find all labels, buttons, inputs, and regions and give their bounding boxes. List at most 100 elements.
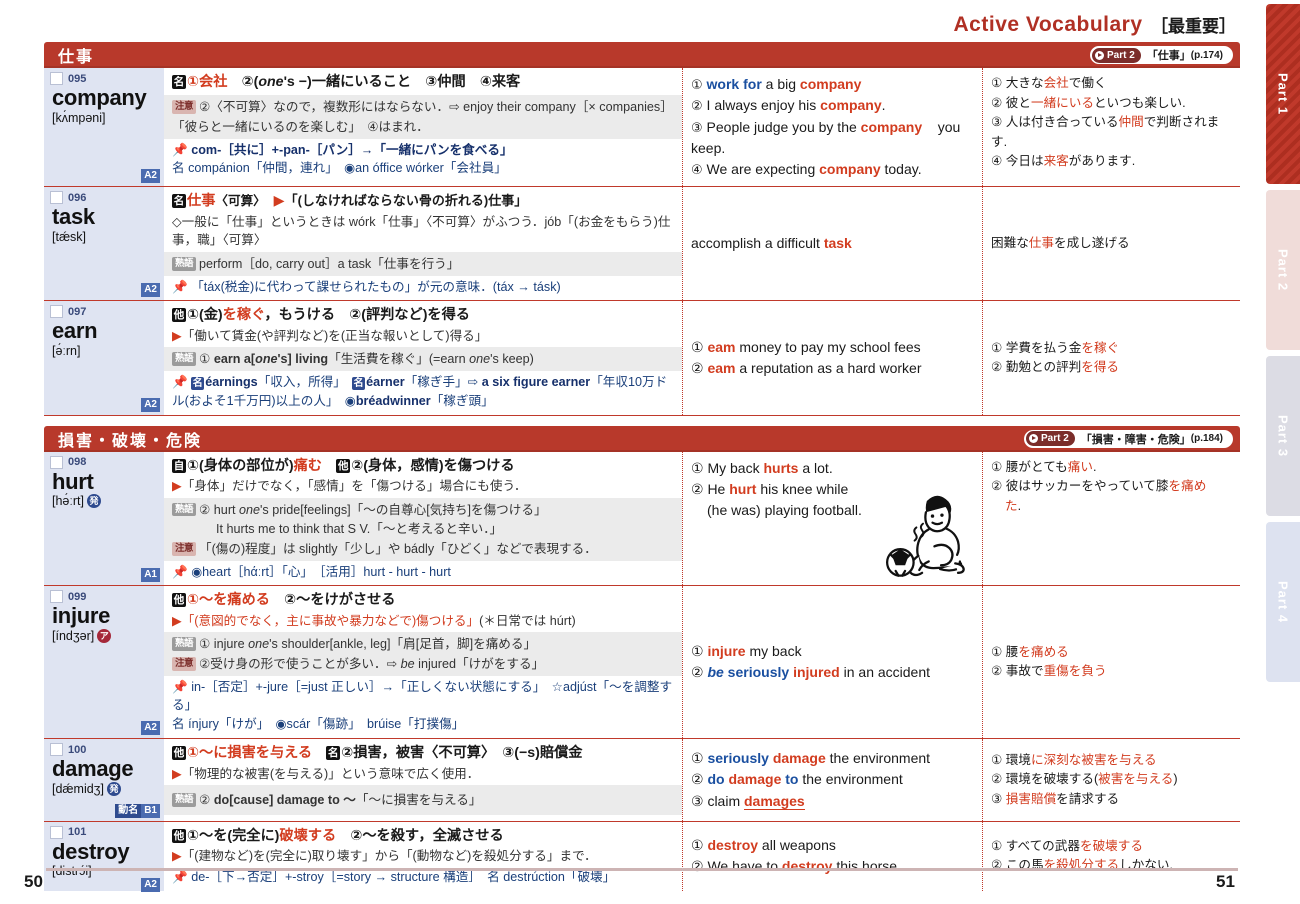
note-text: ② do[cause] damage to 〜「〜に損害を与える」 [199,793,482,808]
checkbox-097[interactable] [50,305,63,319]
checkbox-100[interactable] [50,743,63,757]
checkbox-099[interactable] [50,590,63,604]
usage-note: 熟語 ② do[cause] damage to 〜「〜に損害を与える」 [164,785,682,815]
related-words-row: 名 ínjury「けが」 ◉scár「傷跡」 brúise「打撲傷」 [172,715,676,734]
definition-main: 他 ①〜に損害を与える 名 ②損害，被害〈不可算〉 ③(−s)賠償金 [172,745,583,762]
etymology-text: de-［下→否定］+-stroy［=story → structure 構造］ … [191,869,616,884]
entry-number: 095 [68,72,87,85]
definition-panel: 名 ①会社 ②(one's −)一緒にいること ③仲間 ④来客 注意 ②〈不可算〉な… [164,68,682,186]
example-line: ① destroy all weapons [691,836,836,853]
level-badges: A1 [141,568,160,583]
cefr-level: A2 [141,283,160,298]
entry-earn: 097 earn [ə́ːrn] A2 他 ①(金)を稼ぐ，もうける ②(評判など… [44,301,1240,416]
part-badge-label: Part 2 [1106,49,1135,61]
entry-task: 096 task [tǽsk] A2 名仕事〈可算〉 ▶「(しなければならない骨… [44,187,1240,302]
section-songai: 損害・破壊・危険 Part 2 「損害・障害・危険」 (p.184) 098 h… [44,425,1240,892]
examples-panel: ① seriously damage the environment ② do … [682,739,982,821]
usage-note: 熟語 ① injure one's shoulder[ankle, leg]「肩[… [164,632,682,676]
pos-badge: 名 [172,194,186,209]
entry-damage: 100 damage [dǽmidʒ] 発 動名 B1 他 ①〜に損害を与える 名… [44,739,1240,822]
examples-panel: accomplish a difficult task [682,187,982,301]
definition-panel: 他 ①〜を(完全に)破壊する ②〜を殺す，全滅させる ▶「(建物など)を(完全に)… [164,822,682,891]
translation-line: ① 腰を痛める [991,644,1069,659]
part-badge: Part 2 [1091,47,1141,63]
example-line: ① injure my back [691,643,802,660]
definition-panel: 名仕事〈可算〉 ▶「(しなければならない骨の折れる)仕事」 ◇一般に「仕事」とい… [164,187,682,300]
pin-icon: 📌 [172,679,188,694]
note-text: ① injure one's shoulder[ankle, leg]「肩[足首… [199,637,537,652]
side-tab-part-1[interactable]: Part 1 [1266,4,1300,184]
translation-line: ① 学費を払う金を稼ぐ [991,340,1120,355]
translation-line: ③ 損害賠償を請求する [991,791,1120,806]
pos-badge: 名 [172,75,186,89]
note-tag: 熟語 [172,637,197,652]
level-badges: A2 [141,397,160,412]
phonetic-row: [distrɔ́i] [52,864,164,878]
checkbox-096[interactable] [50,191,63,205]
entry-number-row: 100 [50,743,164,757]
checkbox-101[interactable] [50,825,63,839]
pin-icon: 📌 [172,279,188,294]
entry-hurt: 098 hurt [hə́ːrt] 発 A1 自 ①(身体の部位が)痛む 他 ②(身… [44,451,1240,587]
note-tag: 熟語 [172,256,197,271]
note-text-2: 「(傷の)程度」は slightly「少し」や bádly「ひどく」などで表現す… [199,541,597,556]
side-tab-part-2-label: Part 2 [1275,248,1291,292]
note-tag: 熟語 [172,502,197,517]
phonetic-row: [tǽsk] [52,230,164,244]
phonetic: [dǽmidʒ] [52,781,104,796]
checkbox-098[interactable] [50,455,63,469]
entry-company: 095 company [kʌ́mpəni] A2 名 ①会社 ②(one's −… [44,68,1240,188]
example-line: ① My back hurts a lot. [691,459,833,476]
example-line: accomplish a difficult task [691,235,852,252]
example-line: ① work for a big company [691,76,862,92]
entry-injure: 099 injure [índʒər] ア A2 他 ①〜を痛める ②〜をけがさせ… [44,586,1240,740]
examples-panel: ① My back hurts a lot. ② He hurt his kne… [682,451,982,586]
word-panel: 097 earn [ə́ːrn] A2 [44,301,164,415]
note-text: ②〈不可算〉なので，複数形にはならない．⇨ enjoy their compan… [172,100,673,134]
etymology-text: in-［否定］+-jure［=just 正しい］→「正しくない状態にする」 ☆a… [172,679,673,713]
word-panel: 095 company [kʌ́mpəni] A2 [44,68,164,187]
example-line: ② do damage to the environment [691,771,903,788]
entry-number: 101 [68,826,87,839]
translation-line: ① すべての武器を破壊する [991,838,1143,853]
play-icon [1028,434,1038,444]
phonetic: [kʌ́mpəni] [52,110,106,125]
entry-number-row: 095 [50,72,164,85]
headword: destroy [52,838,130,864]
note-tag: 注意 [172,100,197,115]
level-badges: A2 [141,721,160,736]
entry-number-row: 101 [50,825,164,839]
pin-icon: 📌 [172,142,188,157]
definition-panel: 他 ①〜に損害を与える 名 ②損害，被害〈不可算〉 ③(−s)賠償金 ▶「物理的な被… [164,739,682,821]
page-header: Active Vocabulary ［最重要］ [0,12,1248,37]
etymology-text: ◉heart［hάːrt］「心」 ［活用］hurt - hurt - hurt [191,564,451,579]
note-tag: 熟語 [172,793,197,807]
section-crossref-pill[interactable]: Part 2 「損害・障害・危険」 (p.184) [1022,428,1234,449]
word-panel: 098 hurt [hə́ːrt] 発 A1 [44,451,164,586]
etymology-row: 📌 ◉heart［hάːrt］「心」 ［活用］hurt - hurt - hur… [172,563,676,582]
cefr-level: A2 [141,721,160,736]
usage-note: 注意 ②〈不可算〉なので，複数形にはならない．⇨ enjoy their comp… [164,95,682,139]
translations-panel: ① 環境に深刻な被害を与える ② 環境を破壊する(被害を与える) ③ 損害賠償を… [982,739,1240,821]
section-crossref-pill[interactable]: Part 2 「仕事」 (p.174) [1088,45,1234,65]
checkbox-095[interactable] [50,72,63,85]
play-icon [1094,50,1104,60]
section-shigoto: 仕事 Part 2 「仕事」 (p.174) 095 company [kʌ́m… [44,42,1240,416]
word-panel: 099 injure [índʒər] ア A2 [44,586,164,739]
side-tab-part-3[interactable]: Part 3 [1266,356,1300,516]
translations-panel: ① 腰を痛める ② 事故で重傷を負う [982,586,1240,739]
page-title-subtitle: ［最重要］ [1151,17,1236,36]
phonetic: [índʒər] [52,629,95,644]
etymology-row: 📌 名 éarnings「収入，所得」 名 éarner「稼ぎ手」⇨ a six f… [172,374,668,408]
usage-note: 熟語 perform［do, carry out］a task「仕事を行う」 [164,251,682,276]
entry-number-row: 099 [50,590,164,604]
textbook-page: Active Vocabulary ［最重要］ Part 1 Part 2 Pa… [0,0,1300,904]
footer-rule [46,868,1238,871]
phonetic-row: [hə́ːrt] 発 [52,494,164,509]
side-tab-part-2[interactable]: Part 2 [1266,190,1300,350]
side-tab-part-4[interactable]: Part 4 [1266,522,1300,682]
pos-badge: 自 [172,458,186,473]
cefr-level: A2 [141,877,160,892]
pin-icon: 📌 [172,374,188,389]
example-line: ② eam a reputation as a hard worker [691,360,922,377]
